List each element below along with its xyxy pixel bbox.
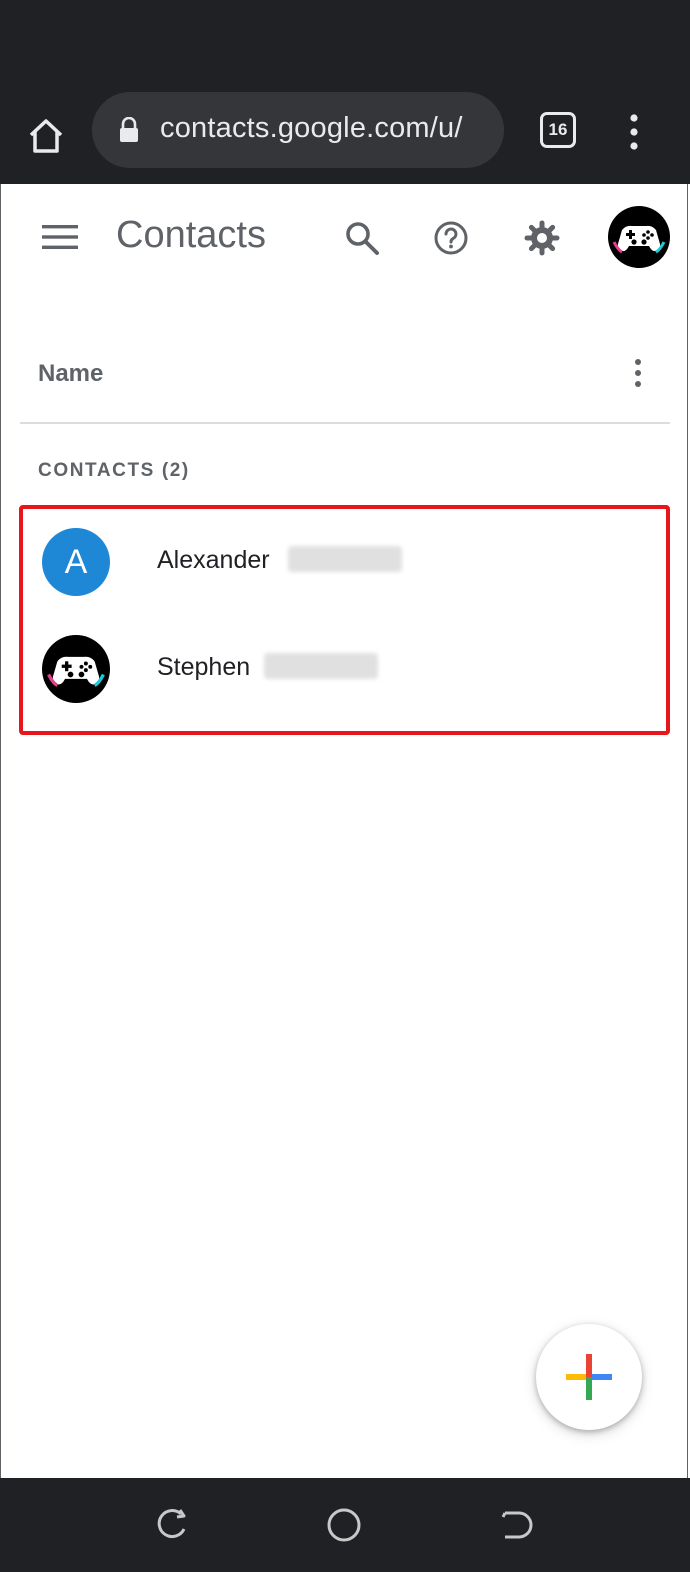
status-bar	[0, 0, 690, 92]
recent-apps-icon[interactable]	[151, 1504, 193, 1546]
app-header: Contacts	[0, 184, 690, 292]
home-nav-icon[interactable]	[323, 1504, 365, 1546]
browser-menu-icon[interactable]	[620, 110, 648, 154]
settings-button[interactable]	[518, 214, 566, 262]
home-icon	[29, 119, 63, 153]
sort-header: Name	[20, 330, 670, 424]
back-icon[interactable]	[495, 1504, 537, 1546]
plus-icon	[566, 1354, 612, 1400]
home-button[interactable]	[22, 112, 70, 160]
tab-switcher-button[interactable]: 16	[540, 112, 576, 148]
more-options-icon[interactable]	[628, 358, 648, 388]
main-menu-icon[interactable]	[40, 222, 80, 252]
system-nav-bar	[0, 1478, 690, 1572]
contacts-section-label: CONTACTS (2)	[38, 460, 190, 481]
url-text: contacts.google.com/u/	[160, 112, 463, 144]
search-button[interactable]	[338, 214, 386, 262]
tab-count: 16	[548, 120, 568, 139]
lock-icon	[120, 117, 138, 142]
gear-icon	[524, 220, 560, 256]
app-title: Contacts	[116, 214, 266, 256]
search-icon	[346, 222, 379, 255]
account-avatar[interactable]	[608, 206, 670, 268]
browser-toolbar: contacts.google.com/u/ 16	[0, 92, 690, 184]
address-bar[interactable]: contacts.google.com/u/	[92, 92, 504, 168]
sort-by-name-label[interactable]: Name	[38, 360, 103, 388]
help-icon	[434, 221, 468, 255]
help-button[interactable]	[427, 214, 475, 262]
highlight-box	[19, 505, 670, 735]
gamepad-icon	[612, 225, 666, 254]
create-contact-button[interactable]	[536, 1324, 642, 1430]
